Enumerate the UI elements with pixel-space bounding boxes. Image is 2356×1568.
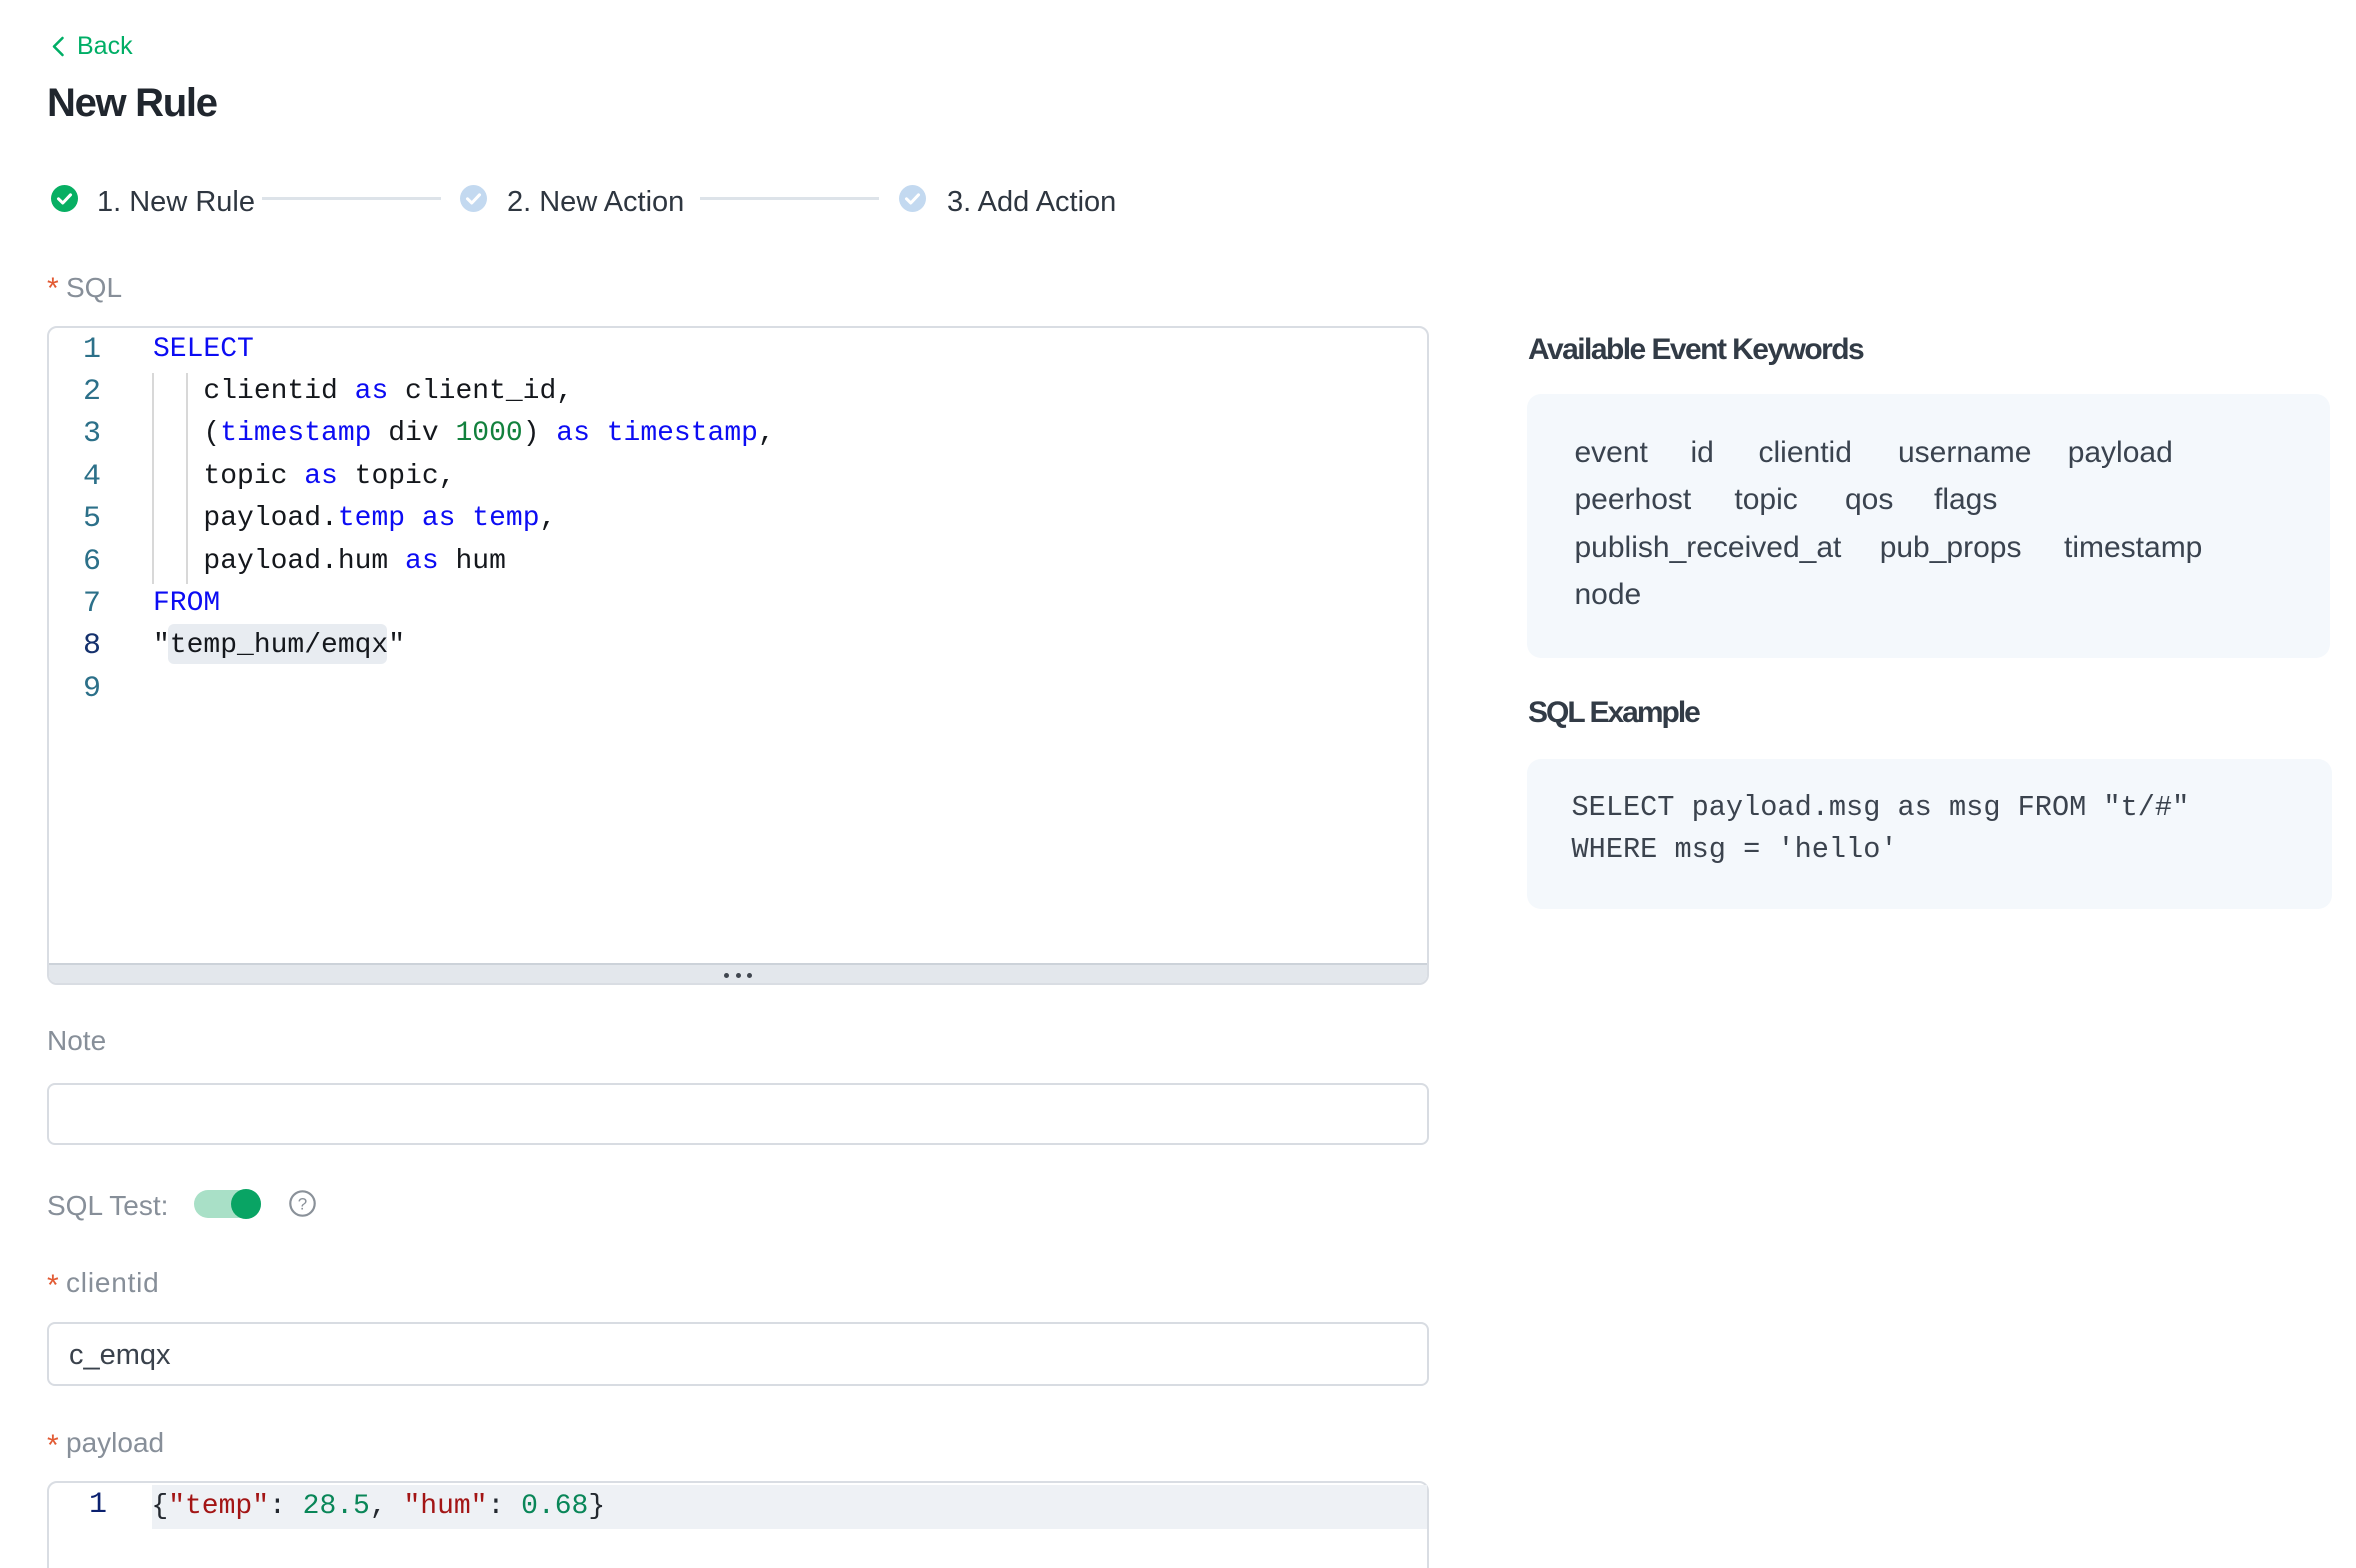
svg-text:?: ? bbox=[298, 1195, 307, 1214]
